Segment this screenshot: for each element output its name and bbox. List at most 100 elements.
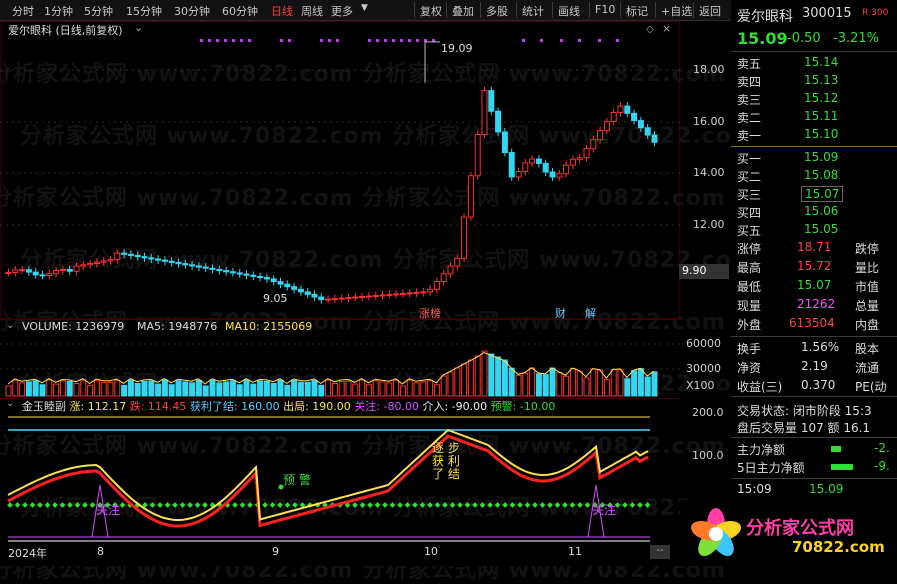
ask-level-label: 卖一 <box>737 129 762 143</box>
stat-label-right: 流通 <box>855 361 880 375</box>
time-tick-label: 11 <box>568 545 582 558</box>
toolbar-button-7[interactable]: 周线 <box>301 3 323 19</box>
bid-level-label: 买五 <box>737 224 762 238</box>
flower-logo-icon <box>691 508 741 557</box>
ask-level-label: 卖五 <box>737 57 762 71</box>
toolbar-button-r4[interactable]: 画线 <box>558 3 580 19</box>
stat-value: 2.19 <box>801 359 828 373</box>
toolbar-button-r1[interactable]: 叠加 <box>452 3 474 19</box>
stat-label-right: PE(动 <box>855 380 887 394</box>
ask-level-label: 卖二 <box>737 111 762 125</box>
kline-candles[interactable] <box>0 21 680 319</box>
stat-value: 18.71 <box>797 240 832 254</box>
stat-label: 现量 <box>737 299 762 313</box>
time-tick-label: 8 <box>97 545 104 558</box>
chevron-down-icon[interactable]: ▼ <box>361 3 368 13</box>
indicator-annotation: 预 警 <box>283 473 311 487</box>
bid-level-label: 买四 <box>737 206 762 220</box>
bid-price: 15.09 <box>804 150 839 164</box>
stat-label: 外盘 <box>737 318 762 332</box>
quote-panel: 爱尔眼科 300015 R 300 15.09 -0.50 -3.21% 卖五 1… <box>731 0 897 566</box>
toolbar-button-3[interactable]: 15分钟 <box>126 3 162 19</box>
ask-price: 15.14 <box>804 55 839 69</box>
toolbar-button-r2[interactable]: 多股 <box>486 3 508 19</box>
toolbar-button-8[interactable]: 更多 <box>331 3 353 19</box>
toolbar-button-r5[interactable]: F10 <box>595 3 615 16</box>
after-hours-volume: 盘后交易量 107 额 16.1 <box>737 421 871 435</box>
indicator-annotation: 关注 <box>96 503 121 517</box>
toolbar-button-5[interactable]: 60分钟 <box>222 3 258 19</box>
stat-label-right: 股本 <box>855 342 880 356</box>
time-tick-label: 9 <box>272 545 279 558</box>
logo-title: 分析家公式网 <box>746 518 854 539</box>
stat-label: 净资 <box>737 361 762 375</box>
bid-price: 15.06 <box>804 204 839 218</box>
toolbar-button-r8[interactable]: 返回 <box>699 3 721 19</box>
indicator-annotation: 了 结 <box>432 467 460 481</box>
toolbar-button-r7[interactable]: +自选 <box>661 3 692 19</box>
ask-price: 15.11 <box>804 109 839 123</box>
flow-value: -2. <box>874 441 890 455</box>
toolbar-button-2[interactable]: 5分钟 <box>84 3 113 19</box>
bid-level-label: 买三 <box>737 188 762 202</box>
stat-value: 0.370 <box>801 378 836 392</box>
bid-price: 15.08 <box>804 168 839 182</box>
price-tick-label: 14.00 <box>693 166 725 179</box>
flow-bar <box>831 464 853 470</box>
stat-value: 15.72 <box>797 259 832 273</box>
stat-label: 换手 <box>737 342 762 356</box>
stat-label: 涨停 <box>737 242 762 256</box>
toolbar-button-r3[interactable]: 统计 <box>522 3 544 19</box>
toolbar-button-r6[interactable]: 标记 <box>626 3 648 19</box>
ask-price: 15.13 <box>804 73 839 87</box>
tick-price: 15.09 <box>809 482 844 496</box>
tick-time: 15:09 <box>737 482 772 496</box>
toolbar-button-r0[interactable]: 复权 <box>420 3 442 19</box>
stock-code: 300015 <box>802 6 852 21</box>
stat-label: 最高 <box>737 261 762 275</box>
trade-state: 交易状态: 闭市阶段 15:3 <box>737 404 872 418</box>
ask-price: 15.10 <box>804 127 839 141</box>
stock-name: 爱尔眼科 <box>737 9 793 25</box>
stat-label-right: 量比 <box>855 261 880 275</box>
bid-level-label: 买一 <box>737 152 762 166</box>
stat-value: 613504 <box>789 316 835 330</box>
toolbar-button-0[interactable]: 分时 <box>12 3 34 19</box>
price-change: -0.50 <box>787 31 821 46</box>
price-change-pct: -3.21% <box>833 31 879 46</box>
time-tick-label: 10 <box>424 545 438 558</box>
time-tick-label: 2024年 <box>8 547 47 560</box>
last-price: 15.09 <box>737 29 788 48</box>
indicator-annotation: 关注 <box>592 503 617 517</box>
current-price-tag: 9.90 <box>679 264 729 279</box>
bid-price: 15.07 <box>801 186 844 202</box>
toolbar-button-4[interactable]: 30分钟 <box>174 3 210 19</box>
stat-label-right: 市值 <box>855 280 880 294</box>
stat-value: 21262 <box>797 297 836 311</box>
ask-level-label: 卖四 <box>737 75 762 89</box>
site-logo: 分析家公式网 70822.com <box>680 500 897 566</box>
stat-label-right: 总量 <box>855 299 880 313</box>
volume-tick-label: X100 <box>686 379 715 392</box>
ask-price: 15.12 <box>804 91 839 105</box>
price-tick-label: 12.00 <box>693 218 725 231</box>
price-tick-label: 18.00 <box>693 63 725 76</box>
toolbar-button-1[interactable]: 1分钟 <box>44 3 73 19</box>
stat-value: 15.07 <box>797 278 832 292</box>
price-tick-label: 16.00 <box>693 115 725 128</box>
bid-level-label: 买二 <box>737 170 762 184</box>
flow-label: 主力净额 <box>737 443 786 457</box>
flow-bar <box>831 446 841 452</box>
indicator-tick-label: 200.0 <box>692 406 724 419</box>
flow-value: -9. <box>874 459 890 473</box>
stat-label-right: 内盘 <box>855 318 880 332</box>
ask-level-label: 卖三 <box>737 93 762 107</box>
logo-url: 70822.com <box>792 538 885 556</box>
volume-tick-label: 30000 <box>686 362 721 375</box>
volume-bars <box>0 343 680 397</box>
high-price-label: 19.09 <box>441 42 473 55</box>
axis-scroll-button[interactable]: -- <box>650 545 670 559</box>
toolbar-button-6[interactable]: 日线 <box>271 3 293 19</box>
stat-label-right: 跌停 <box>855 242 880 256</box>
stat-value: 1.56% <box>801 340 840 354</box>
